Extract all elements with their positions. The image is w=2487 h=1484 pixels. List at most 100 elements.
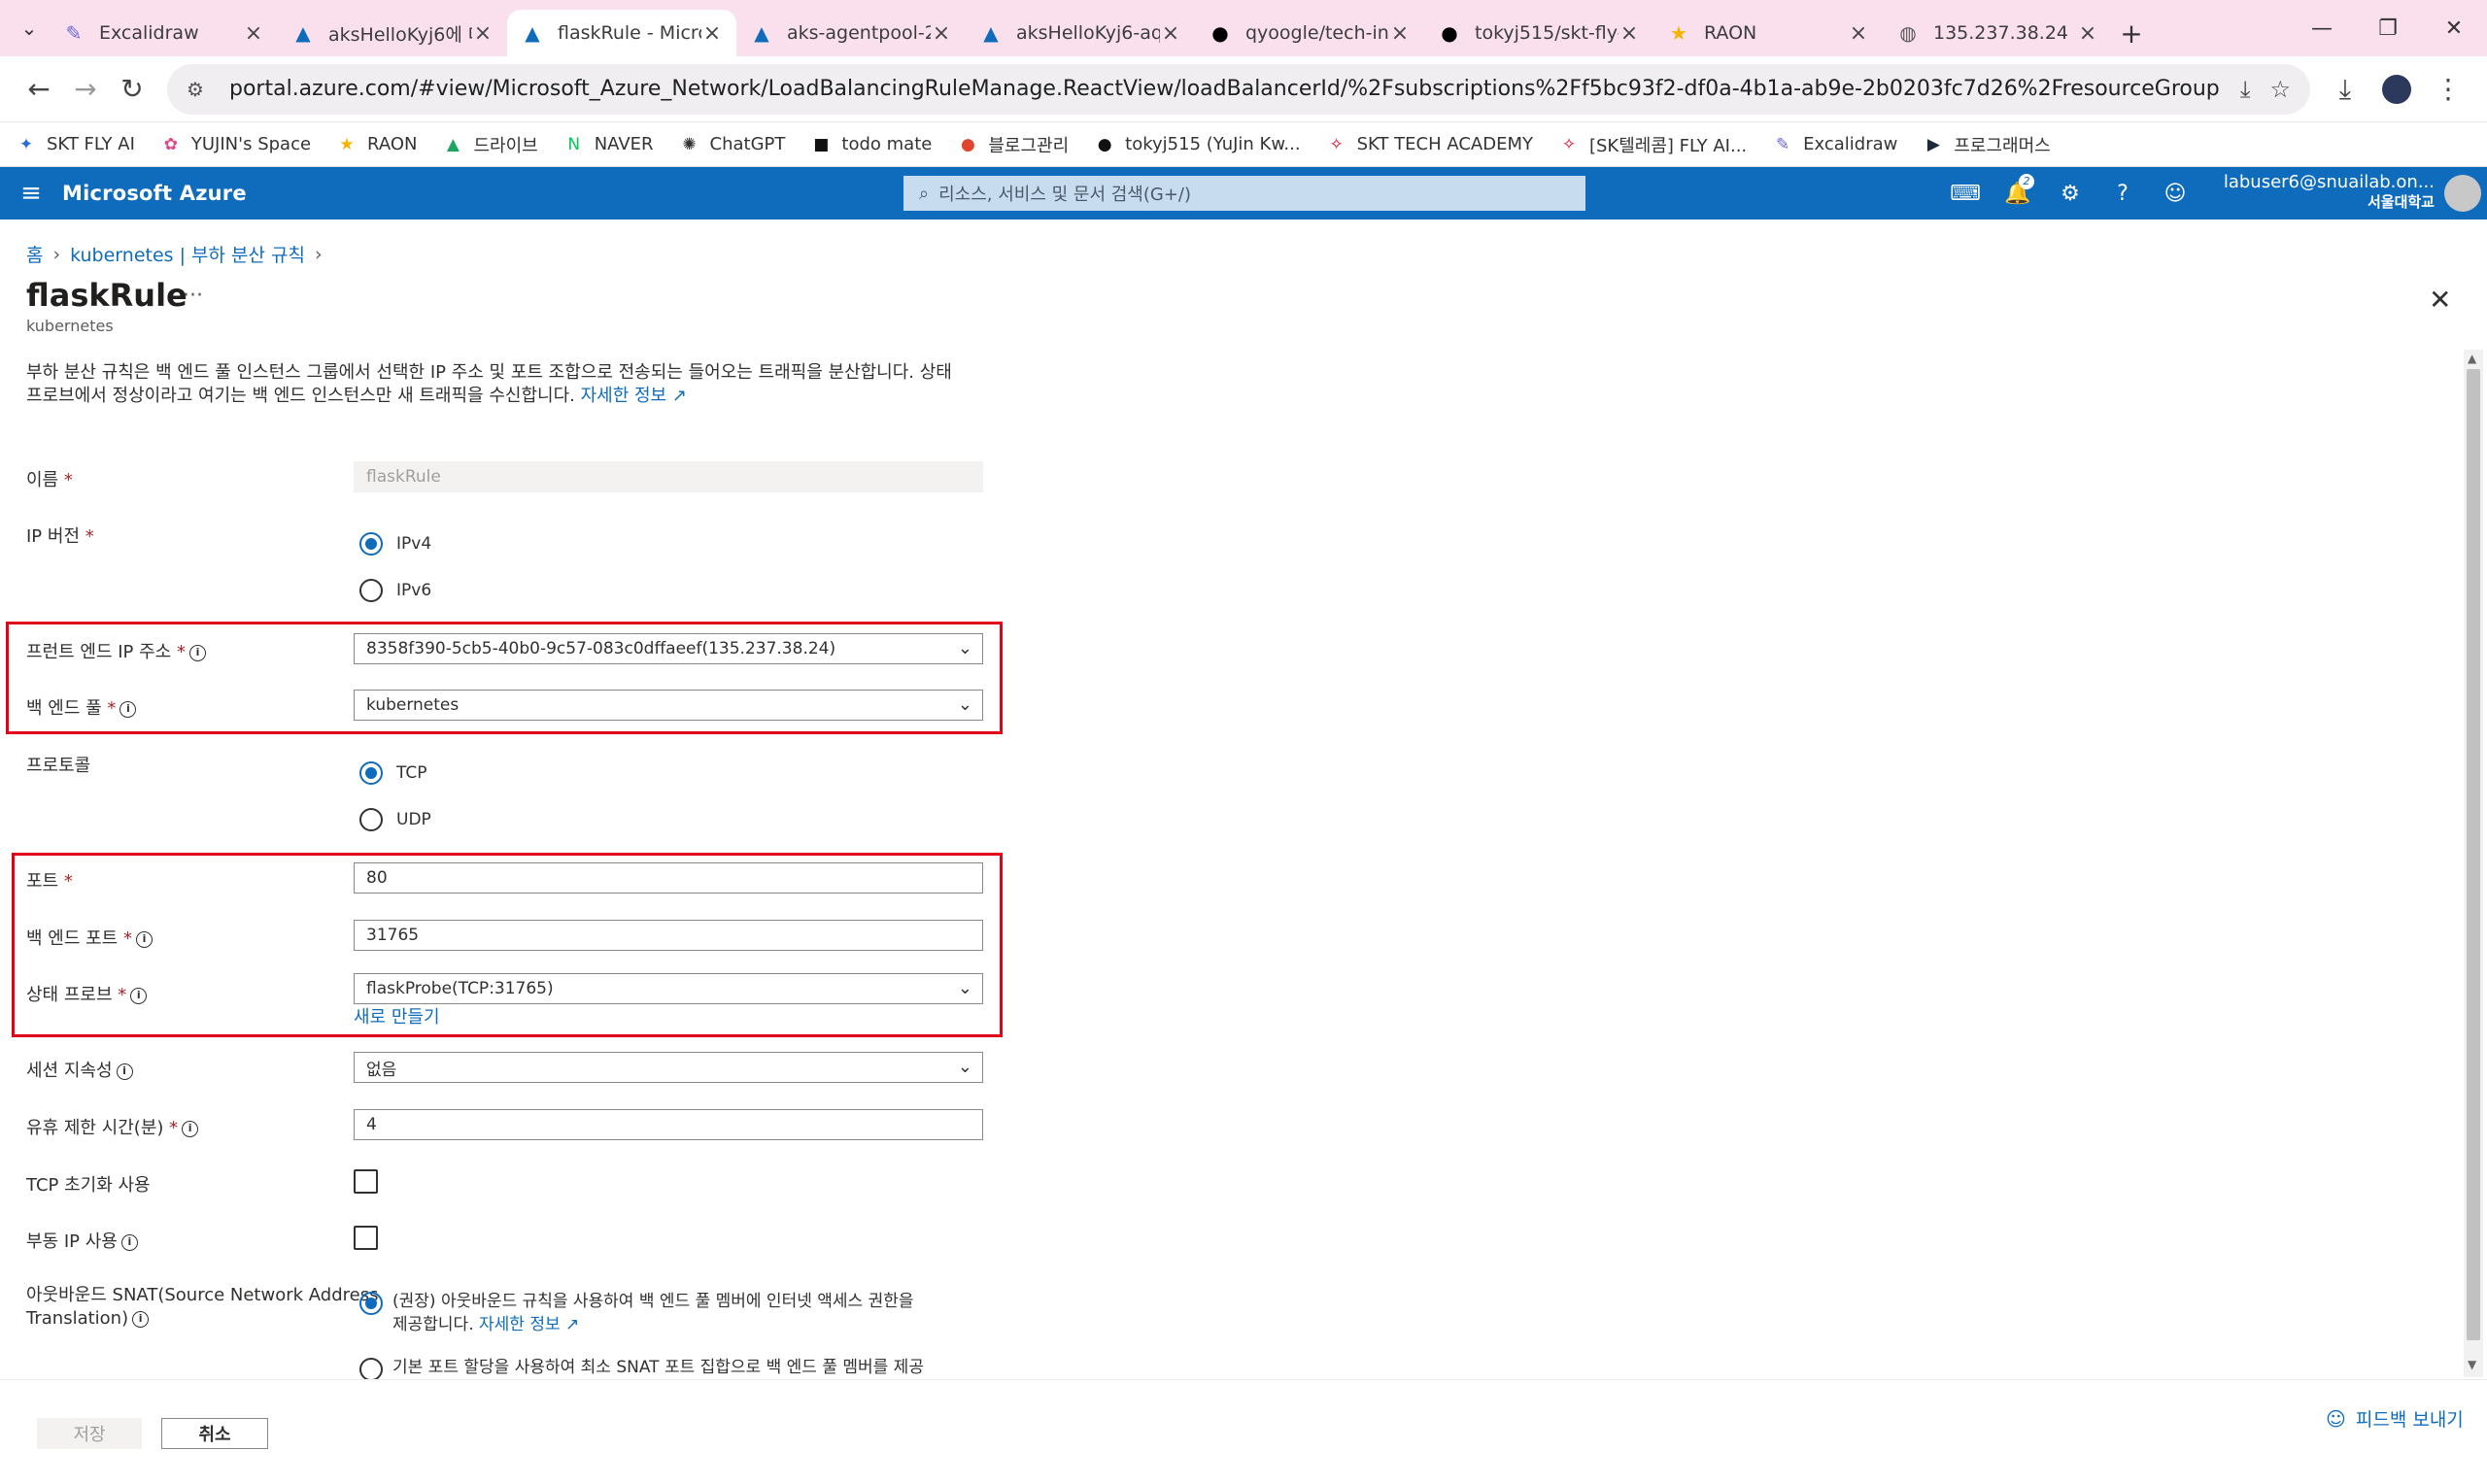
tab-close-icon[interactable]: × — [701, 21, 723, 46]
radio-ipv4[interactable]: IPv4 — [359, 532, 431, 556]
restore-icon[interactable]: ❐ — [2355, 0, 2421, 56]
bookmark-item[interactable]: ✎ Excalidraw — [1772, 134, 1897, 155]
bookmark-item[interactable]: ✿ YUJIN's Space — [160, 134, 311, 155]
breadcrumb-parent[interactable]: kubernetes | 부하 분산 규칙 — [70, 241, 305, 267]
backend-port-input[interactable]: 31765 — [354, 920, 983, 951]
notifications-bell-icon[interactable]: 🔔 2 — [1992, 173, 2044, 206]
downloads-icon[interactable]: ⤓ — [2322, 66, 2368, 113]
info-icon[interactable]: i — [135, 930, 153, 948]
close-blade-icon[interactable]: ✕ — [2429, 284, 2451, 316]
tab-close-icon[interactable]: × — [243, 21, 264, 46]
info-icon[interactable]: i — [116, 1062, 133, 1080]
session-persistence-select[interactable]: 없음 ⌄ — [354, 1052, 983, 1083]
snat-learn-more-link[interactable]: 자세한 정보 ↗ — [479, 1315, 579, 1334]
content-scrollbar[interactable] — [2464, 350, 2483, 1377]
global-search-input[interactable]: ⌕ 리소스, 서비스 및 문서 검색(G+/) — [903, 176, 1585, 211]
user-avatar[interactable] — [2444, 175, 2481, 212]
backend-pool-select[interactable]: kubernetes ⌄ — [354, 690, 983, 721]
more-options-icon[interactable]: ··· — [183, 284, 203, 308]
radio-tcp[interactable]: TCP — [359, 761, 427, 785]
url-input[interactable]: ⚙ portal.azure.com/#view/Microsoft_Azure… — [167, 63, 2310, 115]
browser-tab[interactable]: ▲ aksHelloKyj6-aq × — [966, 10, 1195, 56]
site-settings-icon[interactable]: ⚙ — [187, 78, 216, 101]
info-icon[interactable]: i — [119, 700, 137, 718]
tab-close-icon[interactable]: × — [472, 21, 494, 46]
azure-icon: ▲ — [525, 21, 540, 45]
bookmark-item[interactable]: ✧ [SK텔레콤] FLY AI... — [1558, 132, 1747, 157]
tab-close-icon[interactable]: × — [931, 21, 952, 46]
browser-tab[interactable]: ● tokyj515/skt-fly- × — [1424, 10, 1653, 56]
bookmark-item[interactable]: ● 블로그관리 — [957, 132, 1069, 157]
breadcrumb-home[interactable]: 홈 — [26, 241, 43, 267]
bookmark-item[interactable]: ✺ ChatGPT — [679, 134, 785, 155]
browser-tab[interactable]: ✎ Excalidraw × — [49, 10, 278, 56]
cloud-shell-icon[interactable]: ⌨ — [1939, 182, 1992, 206]
tab-search-chevron-icon[interactable]: ⌄ — [10, 9, 49, 48]
reload-icon[interactable]: ↻ — [109, 66, 155, 113]
port-input[interactable]: 80 — [354, 862, 983, 894]
browser-tab[interactable]: ● qyoogle/tech-int × — [1195, 10, 1424, 56]
help-icon[interactable]: ? — [2096, 182, 2149, 206]
bookmark-star-icon[interactable]: ☆ — [2269, 76, 2291, 103]
azure-brand[interactable]: Microsoft Azure — [62, 182, 247, 205]
radio-dot-selected — [359, 761, 383, 785]
info-icon[interactable]: i — [130, 987, 148, 1004]
create-new-probe-link[interactable]: 새로 만들기 — [354, 1003, 440, 1029]
bookmark-label: 프로그래머스 — [1954, 135, 2051, 156]
minimize-icon[interactable]: — — [2289, 0, 2355, 56]
save-button[interactable]: 저장 — [37, 1418, 142, 1449]
back-arrow-icon[interactable]: ← — [16, 66, 62, 113]
browser-tab[interactable]: ◍ 135.237.38.24 × — [1883, 10, 2112, 56]
bookmark-item[interactable]: ✦ SKT FLY AI — [16, 134, 135, 155]
info-icon[interactable]: i — [132, 1310, 150, 1328]
settings-gear-icon[interactable]: ⚙ — [2044, 182, 2096, 206]
radio-ipv6[interactable]: IPv6 — [359, 579, 431, 602]
browser-menu-icon[interactable]: ⋮ — [2425, 66, 2471, 113]
tab-close-icon[interactable]: × — [1389, 21, 1411, 46]
tcp-reset-checkbox[interactable] — [354, 1169, 378, 1194]
tab-close-icon[interactable]: × — [1848, 21, 1869, 46]
backend-port-label: 백 엔드 포트 * i — [26, 925, 153, 950]
browser-tab[interactable]: ▲ flaskRule - Micro × — [507, 10, 736, 56]
radio-dot-selected — [359, 1292, 383, 1315]
radio-udp[interactable]: UDP — [359, 808, 431, 831]
radio-snat-default[interactable] — [359, 1358, 396, 1381]
bookmark-item[interactable]: ▶ 프로그래머스 — [1923, 132, 2051, 157]
browser-tab[interactable]: ▲ aks-agentpool-2 × — [736, 10, 966, 56]
info-icon[interactable]: i — [120, 1233, 138, 1251]
health-probe-select[interactable]: flaskProbe(TCP:31765) ⌄ — [354, 973, 983, 1004]
info-icon[interactable]: i — [182, 1120, 199, 1137]
send-feedback-link[interactable]: ☺ 피드백 보내기 — [2326, 1405, 2464, 1432]
new-tab-plus-icon[interactable]: + — [2112, 10, 2151, 56]
scrollbar-thumb[interactable] — [2467, 369, 2480, 1340]
account-info[interactable]: labuser6@snuailab.on... 서울대학교 — [2224, 173, 2435, 212]
tab-close-icon[interactable]: × — [1160, 21, 1181, 46]
browser-tab[interactable]: ★ RAON × — [1653, 10, 1883, 56]
install-app-icon[interactable]: ⤓ — [2240, 76, 2251, 103]
profile-avatar[interactable] — [2382, 74, 2411, 104]
forward-arrow-icon[interactable]: → — [62, 66, 109, 113]
bookmark-item[interactable]: ★ RAON — [336, 134, 417, 155]
bookmark-item[interactable]: ■ todo mate — [810, 134, 932, 155]
feedback-icon[interactable]: ☺ — [2149, 182, 2201, 206]
learn-more-link[interactable]: 자세한 정보 ↗ — [581, 386, 687, 406]
snat-opt1-text: 제공합니다. — [392, 1315, 474, 1334]
bookmark-item[interactable]: N NAVER — [563, 134, 653, 155]
idle-timeout-input[interactable]: 4 — [354, 1109, 983, 1140]
bookmark-item[interactable]: ✧ SKT TECH ACADEMY — [1326, 134, 1533, 155]
radio-snat-recommended[interactable] — [359, 1292, 396, 1315]
window-close-icon[interactable]: ✕ — [2421, 0, 2487, 56]
browser-tab[interactable]: ▲ aksHelloKyj6에 대 × — [278, 10, 507, 56]
tab-close-icon[interactable]: × — [1618, 21, 1640, 46]
required-marker: * — [118, 985, 127, 1005]
bookmark-item[interactable]: ● tokyj515 (YuJin Kw... — [1094, 134, 1301, 155]
info-icon[interactable]: i — [188, 644, 206, 661]
bookmark-item[interactable]: ▲ 드라이브 — [442, 132, 538, 157]
tab-close-icon[interactable]: × — [2077, 21, 2098, 46]
cancel-button[interactable]: 취소 — [161, 1418, 268, 1449]
portal-menu-icon[interactable]: ≡ — [0, 179, 62, 208]
scroll-down-arrow-icon[interactable]: ▼ — [2468, 1358, 2476, 1371]
scroll-up-arrow-icon[interactable]: ▲ — [2468, 352, 2476, 365]
frontend-ip-select[interactable]: 8358f390-5cb5-40b0-9c57-083c0dffaeef(135… — [354, 633, 983, 664]
floating-ip-checkbox[interactable] — [354, 1226, 378, 1250]
